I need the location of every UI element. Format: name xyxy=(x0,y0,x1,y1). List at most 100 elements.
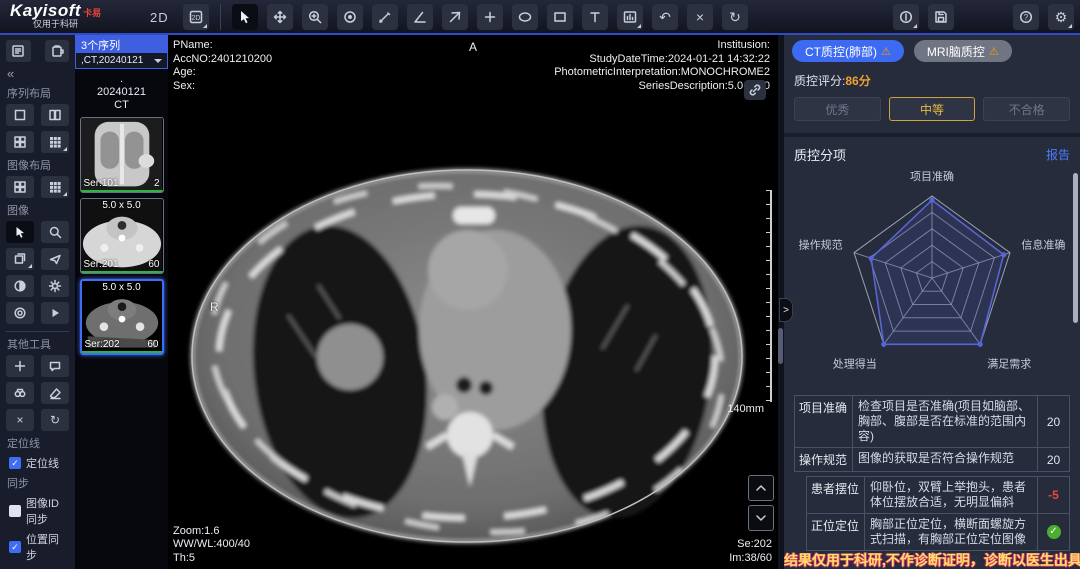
ellipse-icon xyxy=(517,9,533,25)
zoom-factor: Zoom:1.6 xyxy=(173,525,250,539)
abnormal-mark-button[interactable] xyxy=(893,4,919,30)
structured-report-button[interactable] xyxy=(45,40,70,62)
tab-ct-lung-qc[interactable]: CT质控(肺部) ⚠ xyxy=(792,40,904,62)
save-button[interactable] xyxy=(928,4,954,30)
rating-medium-button[interactable]: 中等 xyxy=(889,97,976,121)
qc-row-score: 20 xyxy=(1047,415,1060,429)
layout-2d-button[interactable]: 2D xyxy=(183,4,209,30)
qc-row-category: 操作规范 xyxy=(795,448,853,471)
delete-annotation-button[interactable]: × xyxy=(687,4,713,30)
series-thumbnail-202-selected[interactable]: 5.0 x 5.0 Ser:202 60 xyxy=(80,279,164,355)
cobb-angle-tool-button[interactable] xyxy=(442,4,468,30)
ruler-length-label: 140mm xyxy=(716,403,764,415)
window-level-tool-button[interactable] xyxy=(337,4,363,30)
angle-tool-button[interactable] xyxy=(407,4,433,30)
rail-add-button[interactable] xyxy=(6,355,34,377)
rail-magnify-button[interactable] xyxy=(41,221,69,243)
settings-button[interactable]: ⚙ xyxy=(1048,4,1074,30)
series-layout-2x2-button[interactable] xyxy=(6,131,34,153)
viewport-scrollbar-thumb[interactable] xyxy=(778,328,783,364)
comment-bubble-icon xyxy=(48,359,62,373)
zoom-window-overlay: Zoom:1.6 WW/WL:400/40 Th:5 xyxy=(173,525,250,566)
scroll-up-button[interactable] xyxy=(748,475,774,501)
chevron-down-icon xyxy=(154,59,162,63)
checkbox-position-sync[interactable]: ✓ 位置同步 xyxy=(9,531,69,563)
top-toolbar: Kayisoft卡易 仅用于科研 2D 2D xyxy=(0,0,1080,35)
series-thumbnail-201[interactable]: 5.0 x 5.0 Ser:201 60 xyxy=(80,198,164,274)
checkbox-positioning-line[interactable]: ✓ 定位线 xyxy=(9,455,69,471)
report-link[interactable]: 报告 xyxy=(1046,146,1070,163)
brand-name-cn: 卡易 xyxy=(83,8,101,18)
help-button[interactable]: ? xyxy=(1013,4,1039,30)
rating-label: 中等 xyxy=(920,101,944,118)
tab-mri-brain-qc[interactable]: MRI脑质控 ⚠ xyxy=(914,40,1012,62)
rail-brightness-button[interactable] xyxy=(41,275,69,297)
eraser-icon xyxy=(48,386,62,400)
rail-reset-button[interactable]: ↻ xyxy=(41,409,69,431)
sex-label: Sex: xyxy=(173,80,272,94)
qc-score-line: 质控评分:86分 xyxy=(784,62,1080,89)
thumbnail-loaded-bar xyxy=(81,190,163,192)
qc-row-category: 正位定位 xyxy=(807,514,865,550)
rectangle-roi-button[interactable] xyxy=(547,4,573,30)
rail-invert-button[interactable] xyxy=(6,275,34,297)
table-row: 操作规范 图像的获取是否符合操作规范 20 xyxy=(794,447,1070,472)
series-layout-1x2-button[interactable] xyxy=(41,104,69,126)
main-image-viewport[interactable]: PName: AccNO:2401210200 Age: Sex: A Inst… xyxy=(168,35,778,569)
rail-delete-button[interactable]: × xyxy=(6,409,34,431)
rail-flip-rotate-button[interactable] xyxy=(6,248,34,270)
group-modality: CT xyxy=(75,99,168,112)
tab-label: MRI脑质控 xyxy=(927,43,985,60)
study-selector-dropdown[interactable]: ,CT,20240121 xyxy=(75,52,168,69)
chevron-up-icon xyxy=(754,481,768,495)
rectangle-icon xyxy=(552,9,568,25)
target-icon xyxy=(342,9,358,25)
report-button[interactable] xyxy=(6,40,31,62)
brand-subtitle: 仅用于科研 xyxy=(10,20,101,29)
window-preset-button[interactable] xyxy=(617,4,643,30)
flip-rotate-icon xyxy=(13,252,27,266)
link-series-button[interactable] xyxy=(744,80,766,100)
rating-excellent-button[interactable]: 优秀 xyxy=(794,97,881,121)
pan-tool-button[interactable] xyxy=(267,4,293,30)
measure-tool-button[interactable] xyxy=(372,4,398,30)
zoom-tool-button[interactable] xyxy=(302,4,328,30)
series-thumbnail-101[interactable]: Ser:101 2 xyxy=(80,117,164,193)
layout-1x1-icon xyxy=(13,108,27,122)
rail-calibrate-button[interactable] xyxy=(6,302,34,324)
qc-row-description: 仰卧位，双臂上举抱头，患者体位摆放合适，无明显偏斜 xyxy=(865,477,1037,513)
collapse-panel-button[interactable]: « xyxy=(7,66,69,81)
rail-cursor-button[interactable] xyxy=(6,221,34,243)
paper-plane-icon xyxy=(48,252,62,266)
series-layout-1x1-button[interactable] xyxy=(6,104,34,126)
text-annotation-button[interactable] xyxy=(582,4,608,30)
ellipse-roi-button[interactable] xyxy=(512,4,538,30)
thumbnail-series-number: Ser:101 xyxy=(84,178,119,189)
svg-text:操作规范: 操作规范 xyxy=(799,237,843,251)
checkbox-image-id-sync[interactable]: ✓ 图像ID同步 xyxy=(9,495,69,527)
series-layout-3x3-button[interactable] xyxy=(41,131,69,153)
thumbnail-series-description: 5.0 x 5.0 xyxy=(81,200,163,211)
rating-fail-button[interactable]: 不合格 xyxy=(983,97,1070,121)
rail-cine-play-button[interactable] xyxy=(41,302,69,324)
scroll-down-button[interactable] xyxy=(748,505,774,531)
undo-button[interactable]: ↶ xyxy=(652,4,678,30)
series-number: Se:202 xyxy=(729,538,772,552)
reset-button[interactable]: ↻ xyxy=(722,4,748,30)
pname-label: PName: xyxy=(173,39,272,53)
clipboard-flag-icon xyxy=(50,44,64,58)
expand-panel-button[interactable]: > xyxy=(779,298,793,322)
rail-send-button[interactable] xyxy=(41,248,69,270)
text-icon xyxy=(587,9,603,25)
chevron-down-icon xyxy=(754,511,768,525)
image-layout-2x2-button[interactable] xyxy=(6,176,34,198)
image-layout-3x3-button[interactable] xyxy=(41,176,69,198)
qc-panel-scrollbar-thumb[interactable] xyxy=(1073,173,1078,323)
research-disclaimer-marquee: 结果仅用于科研,不作诊断证明，诊断以医生出具的诊断 xyxy=(784,551,1080,569)
rail-comment-button[interactable] xyxy=(41,355,69,377)
rail-eraser-button[interactable] xyxy=(41,382,69,404)
checkbox-label: 定位线 xyxy=(26,455,59,471)
rail-magnify-region-button[interactable] xyxy=(6,382,34,404)
probe-tool-button[interactable] xyxy=(477,4,503,30)
cursor-tool-button[interactable] xyxy=(232,4,258,30)
